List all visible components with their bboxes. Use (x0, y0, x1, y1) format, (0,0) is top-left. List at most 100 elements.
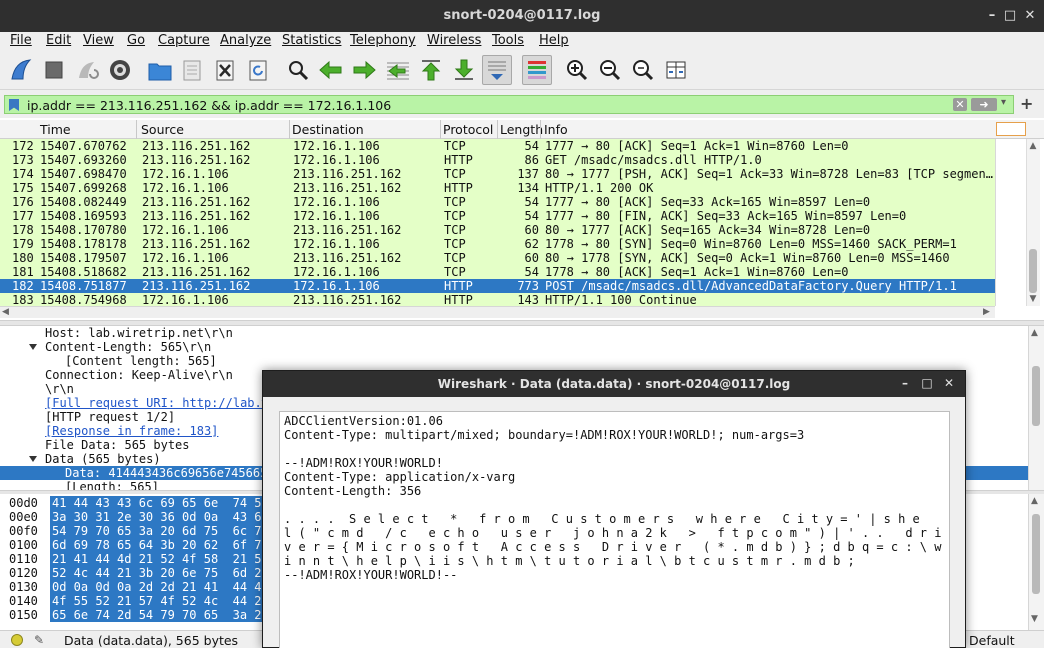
packet-cell-no: 176 (12, 195, 34, 209)
reload-file-icon[interactable] (243, 55, 273, 85)
zoom-out-icon[interactable] (595, 55, 625, 85)
scroll-thumb[interactable] (1032, 366, 1040, 426)
clear-filter-icon[interactable]: ✕ (953, 98, 967, 111)
dialog-close-icon[interactable]: ✕ (941, 375, 957, 391)
auto-scroll-icon[interactable] (482, 55, 512, 85)
detail-line[interactable]: Content-Length: 565\r\n (45, 340, 211, 354)
first-packet-icon[interactable] (416, 55, 446, 85)
column-length[interactable]: Length (500, 122, 543, 137)
packet-row[interactable]: 175 15407.699268 172.16.1.106 213.116.251.1… (0, 181, 995, 195)
menu-wireless[interactable]: Wireless (427, 33, 481, 48)
close-file-icon[interactable] (210, 55, 240, 85)
menu-go[interactable]: Go (127, 33, 145, 48)
bookmark-icon[interactable] (9, 99, 19, 111)
open-file-icon[interactable] (145, 55, 175, 85)
go-forward-icon[interactable] (349, 55, 379, 85)
packet-cell-no: 174 (12, 167, 34, 181)
scroll-thumb[interactable] (1032, 514, 1040, 594)
menu-view[interactable]: View (83, 33, 114, 48)
add-filter-button-icon[interactable]: + (1020, 94, 1033, 113)
column-time[interactable]: Time (40, 122, 71, 137)
packet-row[interactable]: 180 15408.179507 172.16.1.106 213.116.251.1… (0, 251, 995, 265)
packet-list-horizontal-scrollbar[interactable]: ◀ ▶ (0, 306, 995, 318)
capture-options-icon[interactable] (105, 55, 135, 85)
response-frame-link[interactable]: [Response in frame: 183] (45, 424, 218, 438)
packet-row[interactable]: 179 15408.178178 213.116.251.162 172.16.1.1… (0, 237, 995, 251)
menu-capture[interactable]: Capture (158, 33, 210, 48)
packet-row[interactable]: 173 15407.693260 213.116.251.162 172.16.1.1… (0, 153, 995, 167)
stop-capture-icon[interactable] (39, 55, 69, 85)
packet-cell-src: 172.16.1.106 (142, 293, 229, 307)
packet-cell-dst: 172.16.1.106 (293, 195, 380, 209)
edit-comment-icon[interactable]: ✎ (34, 633, 44, 647)
packet-cell-info: 1777 → 80 [FIN, ACK] Seq=33 Ack=165 Win=… (545, 209, 907, 223)
dialog-maximize-icon[interactable]: □ (919, 375, 935, 391)
detail-line[interactable]: Connection: Keep-Alive\r\n (45, 368, 233, 382)
display-filter-input[interactable]: ip.addr == 213.116.251.162 && ip.addr ==… (4, 95, 1014, 114)
minimize-icon[interactable]: – (983, 7, 1001, 25)
apply-filter-icon[interactable]: ➜ (971, 98, 997, 111)
menu-tools[interactable]: Tools (492, 33, 524, 48)
packet-row[interactable]: 172 15407.670762 213.116.251.162 172.16.1.1… (0, 139, 995, 153)
column-destination[interactable]: Destination (292, 122, 364, 137)
packet-cell-info: 1777 → 80 [ACK] Seq=33 Ack=165 Win=8597 … (545, 195, 871, 209)
normal-size-icon[interactable] (628, 55, 658, 85)
start-capture-icon[interactable] (6, 55, 36, 85)
bytes-scrollbar[interactable]: ▲ ▼ (1028, 494, 1044, 630)
expert-info-icon[interactable] (11, 634, 23, 646)
full-request-uri-link[interactable]: [Full request URI: http://lab.w (45, 396, 269, 410)
column-info[interactable]: Info (544, 122, 568, 137)
expand-arrow-icon[interactable] (29, 456, 37, 462)
packet-cell-proto: TCP (444, 251, 466, 265)
menu-telephony[interactable]: Telephony (350, 33, 416, 48)
zoom-in-icon[interactable] (562, 55, 592, 85)
packet-row[interactable]: 174 15407.698470 172.16.1.106 213.116.251.1… (0, 167, 995, 181)
packet-row[interactable]: 181 15408.518682 213.116.251.162 172.16.1.1… (0, 265, 995, 279)
packet-row[interactable]: 178 15408.170780 172.16.1.106 213.116.251.1… (0, 223, 995, 237)
packet-cell-len: 54 (524, 195, 539, 209)
go-back-icon[interactable] (316, 55, 346, 85)
byte-offset: 0100 (9, 538, 38, 552)
detail-line[interactable]: Host: lab.wiretrip.net\r\n (45, 326, 233, 340)
data-text-view[interactable]: ADCClientVersion:01.06 Content-Type: mult… (279, 411, 950, 648)
packet-cell-info: 1778 → 80 [ACK] Seq=1 Ack=1 Win=8760 Len… (545, 265, 849, 279)
menu-edit[interactable]: Edit (46, 33, 71, 48)
detail-line[interactable]: [Content length: 565] (65, 354, 217, 368)
menu-statistics[interactable]: Statistics (282, 33, 341, 48)
detail-line[interactable]: [HTTP request 1/2] (45, 410, 175, 424)
packet-cell-proto: HTTP (444, 293, 473, 307)
menu-analyze[interactable]: Analyze (220, 33, 271, 48)
dialog-minimize-icon[interactable]: – (897, 375, 913, 391)
byte-hex: 0d 0a 0d 0a 2d 2d 21 41 44 4d (50, 580, 271, 594)
profile-label[interactable]: Default (969, 633, 1015, 648)
close-icon[interactable]: ✕ (1021, 7, 1039, 25)
packet-list-vertical-scrollbar[interactable]: ▲ ▼ (995, 139, 1044, 306)
packet-row[interactable]: 177 15408.169593 213.116.251.162 172.16.1.1… (0, 209, 995, 223)
details-scrollbar[interactable]: ▲ (1028, 326, 1044, 492)
filter-history-dropdown-icon[interactable]: ▾ (1001, 97, 1006, 108)
detail-line[interactable]: Data (565 bytes) (45, 452, 161, 466)
packet-row[interactable]: 183 15408.754968 172.16.1.106 213.116.251.1… (0, 293, 995, 307)
menu-file[interactable]: File (10, 33, 32, 48)
scroll-thumb[interactable] (1029, 249, 1037, 293)
detail-line[interactable]: \r\n (45, 382, 74, 396)
maximize-icon[interactable]: □ (1001, 7, 1019, 25)
restart-capture-icon[interactable] (72, 55, 102, 85)
go-to-packet-icon[interactable] (383, 55, 413, 85)
packet-cell-no: 183 (12, 293, 34, 307)
packet-cell-src: 172.16.1.106 (142, 223, 229, 237)
menu-help[interactable]: Help (539, 33, 569, 48)
save-file-icon[interactable] (177, 55, 207, 85)
find-packet-icon[interactable] (283, 55, 313, 85)
column-source[interactable]: Source (141, 122, 184, 137)
detail-line[interactable]: File Data: 565 bytes (45, 438, 190, 452)
selected-packet-row[interactable]: 182 15408.751877 213.116.251.162 172.16.1.1… (0, 279, 995, 293)
resize-columns-icon[interactable] (661, 55, 691, 85)
colorize-icon[interactable] (522, 55, 552, 85)
last-packet-icon[interactable] (449, 55, 479, 85)
expand-arrow-icon[interactable] (29, 344, 37, 350)
packet-row[interactable]: 176 15408.082449 213.116.251.162 172.16.1.1… (0, 195, 995, 209)
packet-cell-len: 143 (517, 293, 539, 307)
column-protocol[interactable]: Protocol (443, 122, 493, 137)
packet-cell-no: 178 (12, 223, 34, 237)
